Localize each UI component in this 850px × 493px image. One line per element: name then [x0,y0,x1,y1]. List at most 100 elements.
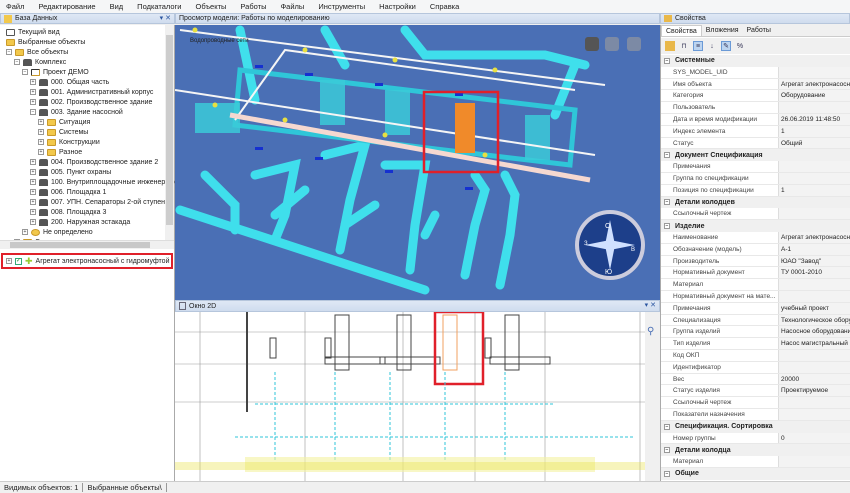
property-value[interactable] [779,408,850,420]
menu-item[interactable]: Вид [110,2,124,11]
collapse-icon[interactable]: − [6,49,12,55]
expand-icon[interactable]: + [30,159,36,165]
property-row[interactable]: Статус Общий [661,137,850,150]
menu-item[interactable]: Файл [6,2,24,11]
menu-item[interactable]: Подкаталоги [137,2,181,11]
filter-icon[interactable]: ⊓ [679,41,689,51]
property-row[interactable]: SYS_MODEL_UID [661,66,850,79]
property-value[interactable]: 1 [779,125,850,137]
menu-item[interactable]: Редактирование [38,2,95,11]
property-value[interactable]: 26.06.2019 11:48:50 [779,113,850,125]
menu-item[interactable]: Инструменты [318,2,365,11]
property-category[interactable]: − Общие [661,467,850,480]
property-row[interactable]: Материал [661,279,850,291]
property-value[interactable]: ТУ 0001-2010 [779,267,850,279]
property-value[interactable]: Агрегат электронасосный [779,78,850,90]
menu-item[interactable]: Объекты [195,2,226,11]
property-value[interactable]: 0 [779,432,850,444]
property-value[interactable] [779,208,850,220]
expand-icon[interactable]: + [38,139,44,145]
property-row[interactable]: Ссылочный чертеж [661,397,850,409]
collapse-icon[interactable]: − [664,152,670,159]
property-category[interactable]: − Документ Спецификация [661,149,850,162]
tree-item[interactable]: +001. Административный корпус [30,87,153,97]
property-row[interactable]: Вес 20000 [661,373,850,386]
property-value[interactable] [779,279,850,290]
property-value[interactable]: Агрегат электронасосный [779,231,850,243]
tree-item[interactable]: +005. Пункт охраны [30,167,111,177]
property-row[interactable]: Тип изделия Насос магистральный [661,338,850,350]
property-category[interactable]: − Детали колодца [661,444,850,457]
expand-icon[interactable]: + [30,219,36,225]
tree-item[interactable]: +007. УПН. Сепараторы 2-ой ступени [30,197,169,207]
tree-item[interactable]: + Не определено [22,227,93,237]
property-row[interactable]: Статус изделия Проектируемое [661,385,850,398]
property-category[interactable]: − Детали колодцев [661,196,850,209]
expand-icon[interactable]: + [30,89,36,95]
property-value[interactable]: Насосное оборудование [779,326,850,338]
tab-1[interactable]: Вложения [702,25,743,36]
properties-icon-button[interactable] [665,41,675,51]
property-value[interactable]: Насос магистральный [779,338,850,349]
property-row[interactable]: Номер группы 0 [661,432,850,445]
property-value[interactable]: Технологическое оборудование [779,314,850,326]
property-category[interactable]: − Изделие [661,220,850,232]
expand-icon[interactable]: + [30,189,36,195]
collapse-icon[interactable]: − [22,69,28,75]
property-value[interactable] [779,172,850,184]
tree-item[interactable]: +004. Производственное здание 2 [30,157,158,167]
property-row[interactable]: Группа изделий Насосное оборудование [661,326,850,339]
property-value[interactable]: ЮАО "Завод" [779,255,850,267]
tree-item[interactable]: +008. Площадка 3 [30,207,106,217]
expand-icon[interactable]: + [30,79,36,85]
property-row[interactable]: Индекс элемента 1 [661,125,850,138]
categorized-sort-icon[interactable]: ≡ [693,41,703,51]
menu-item[interactable]: Настройки [379,2,416,11]
property-row[interactable]: Обозначение (модель) А-1 [661,243,850,256]
property-value[interactable] [779,397,850,408]
tree-horizontal-scrollbar[interactable] [0,240,174,249]
tab-0[interactable]: Свойства [661,25,702,36]
property-row[interactable]: Категория Оборудование [661,90,850,103]
menu-item[interactable]: Файлы [280,2,304,11]
view-mode-button[interactable] [585,37,599,51]
tab-2[interactable]: Работы [743,25,775,36]
tree-item[interactable]: +000. Общая часть [30,77,109,87]
property-value[interactable] [779,349,850,361]
property-row[interactable]: Примечания [661,161,850,173]
expand-icon[interactable]: + [6,258,12,264]
property-row[interactable]: Группа по спецификации [661,172,850,185]
percent-icon[interactable]: % [735,41,745,51]
property-value[interactable]: А-1 [779,243,850,255]
tree-item[interactable]: − Проект ДЕМО [22,67,89,77]
collapse-icon[interactable]: − [664,223,670,230]
expand-icon[interactable]: + [30,99,36,105]
property-row[interactable]: Код ОКП [661,349,850,362]
expand-icon[interactable]: + [30,199,36,205]
tree-item[interactable]: Текущий вид [6,27,60,37]
collapse-icon[interactable]: − [664,57,670,64]
property-row[interactable]: Позиция по спецификации 1 [661,184,850,197]
expand-icon[interactable]: + [30,169,36,175]
tree-item[interactable]: +006. Площадка 1 [30,187,106,197]
collapse-icon[interactable]: − [664,423,670,430]
menu-item[interactable]: Работы [240,2,266,11]
property-row[interactable]: НаименованиеАгрегат электронасосный [661,231,850,244]
selected-object-row[interactable]: + ✓ ✚ Агрегат электронасосный с гидромуф… [1,253,173,269]
alpha-sort-icon[interactable]: ↓ [707,41,717,51]
property-value[interactable] [779,361,850,373]
expand-icon[interactable]: + [30,209,36,215]
walk-mode-button[interactable] [605,37,619,51]
model-3d-viewport[interactable]: Водопроводные сети С Ю З В [175,25,660,297]
tree-item[interactable]: +002. Производственное здание [30,97,152,107]
property-row[interactable]: Нормативный документ на мате... [661,290,850,303]
checkbox-checked-icon[interactable]: ✓ [15,257,22,265]
sound-button[interactable] [627,37,641,51]
expand-icon[interactable]: + [22,229,28,235]
property-value[interactable] [779,456,850,467]
edit-icon[interactable]: ✎ [721,41,731,51]
menu-item[interactable]: Справка [430,2,459,11]
tree-item[interactable]: − Комплекс [14,57,66,67]
zoom-icon[interactable]: ⚲ [647,326,654,337]
property-category[interactable]: − Системные [661,55,850,67]
